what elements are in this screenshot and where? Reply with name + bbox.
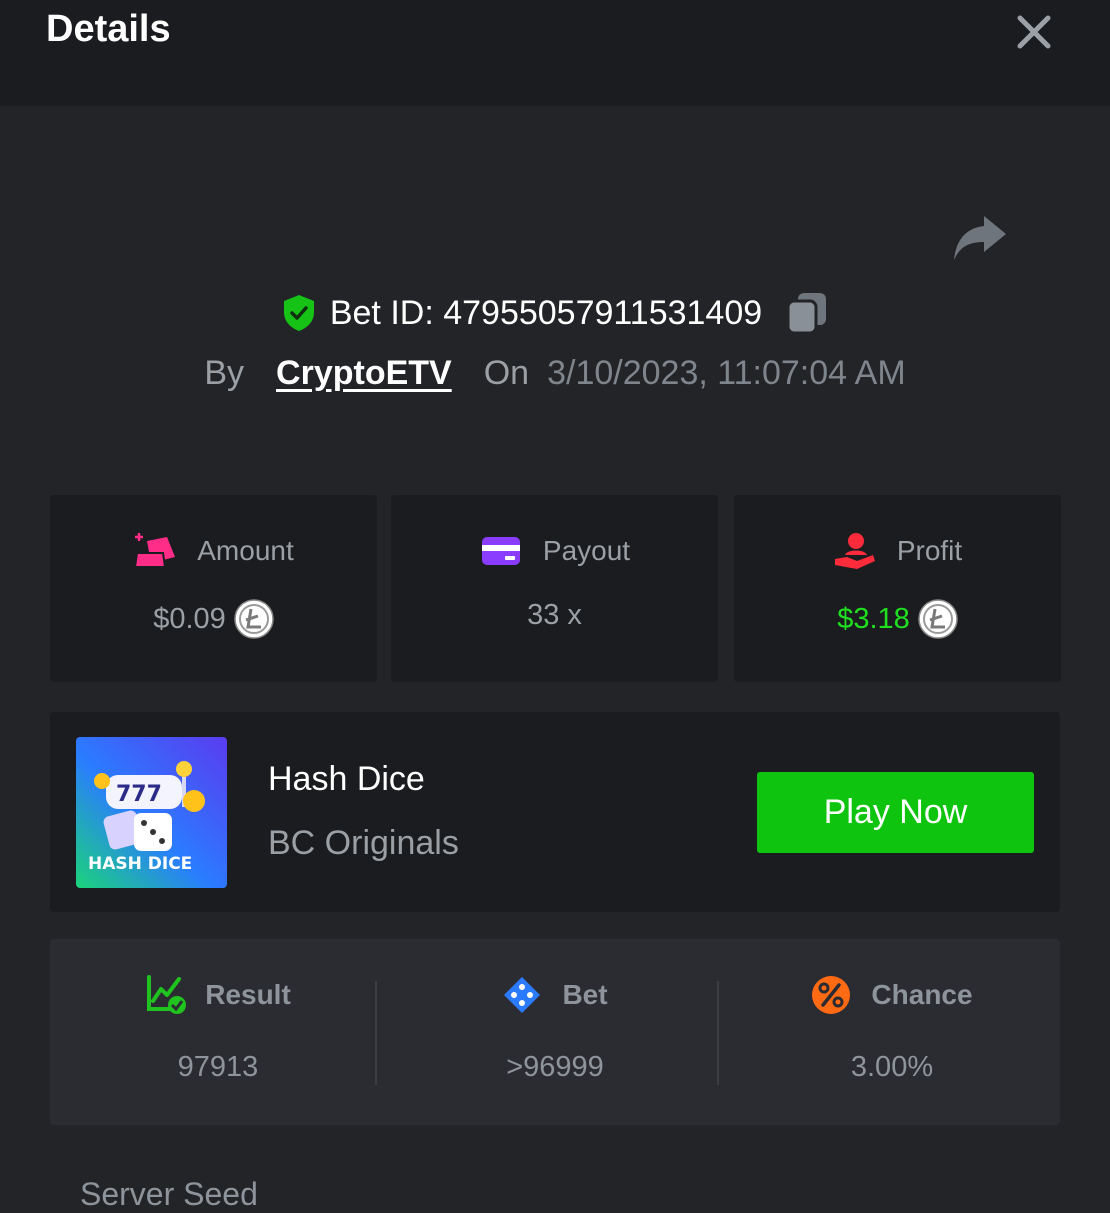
- shield-check-icon: [283, 295, 314, 331]
- result-column: Result 97913: [50, 939, 386, 1125]
- divider: [375, 981, 377, 1085]
- payout-value: 33 x: [527, 599, 582, 631]
- server-seed-label: Server Seed: [80, 1176, 258, 1212]
- amount-label: Amount: [197, 535, 294, 566]
- chance-column: Chance 3.00%: [724, 939, 1060, 1125]
- bet-meta-row: By CryptoETV On 3/10/2023, 11:07:04 AM: [0, 354, 1110, 402]
- game-name[interactable]: Hash Dice: [268, 760, 425, 799]
- bet-label: Bet: [562, 979, 608, 1010]
- ticket-icon: [504, 977, 541, 1013]
- result-value: 97913: [177, 1051, 259, 1083]
- page-title: Details: [46, 8, 171, 50]
- username-link[interactable]: CryptoETV: [276, 354, 452, 393]
- result-label: Result: [205, 979, 291, 1010]
- bet-value: >96999: [506, 1051, 604, 1083]
- result-card: Result 97913 Bet >96999 Chance 3.00%: [50, 939, 1060, 1125]
- on-label: On: [483, 354, 530, 392]
- by-label: By: [204, 354, 245, 392]
- chance-label: Chance: [871, 979, 973, 1010]
- play-now-button[interactable]: Play Now: [757, 772, 1034, 853]
- bet-column: Bet >96999: [387, 939, 723, 1125]
- wallet-icon: [481, 537, 520, 565]
- game-thumb-text: HASH DICE: [88, 854, 192, 874]
- svg-text:777: 777: [116, 782, 162, 807]
- profit-card: Profit $3.18: [734, 495, 1061, 682]
- litecoin-icon: [234, 599, 274, 639]
- divider: [717, 981, 719, 1085]
- profit-label: Profit: [896, 535, 963, 566]
- bet-id: Bet ID: 47955057911531409: [329, 293, 763, 332]
- chance-value: 3.00%: [850, 1051, 934, 1083]
- game-thumbnail[interactable]: 777 HASH DICE: [76, 737, 227, 888]
- close-icon[interactable]: [1012, 10, 1056, 54]
- bet-date: 3/10/2023, 11:07:04 AM: [547, 354, 906, 392]
- game-provider: BC Originals: [268, 824, 459, 862]
- profit-icon: [834, 533, 875, 569]
- game-card: 777 HASH DICE Hash Dice BC Originals Pla…: [50, 712, 1060, 912]
- payout-card: Payout 33 x: [391, 495, 718, 682]
- amount-card: Amount $0.09: [50, 495, 377, 682]
- copy-icon[interactable]: [786, 291, 828, 335]
- amount-icon: [134, 533, 176, 568]
- percent-icon: [812, 976, 851, 1014]
- profit-value: $3.18: [837, 602, 910, 635]
- share-icon[interactable]: [950, 212, 1008, 262]
- litecoin-icon: [918, 599, 958, 639]
- chart-check-icon: [147, 975, 187, 1014]
- header-bar: Details: [0, 0, 1110, 106]
- amount-value: $0.09: [153, 602, 226, 635]
- payout-label: Payout: [542, 535, 631, 566]
- bet-id-row: Bet ID: 47955057911531409: [0, 286, 1110, 340]
